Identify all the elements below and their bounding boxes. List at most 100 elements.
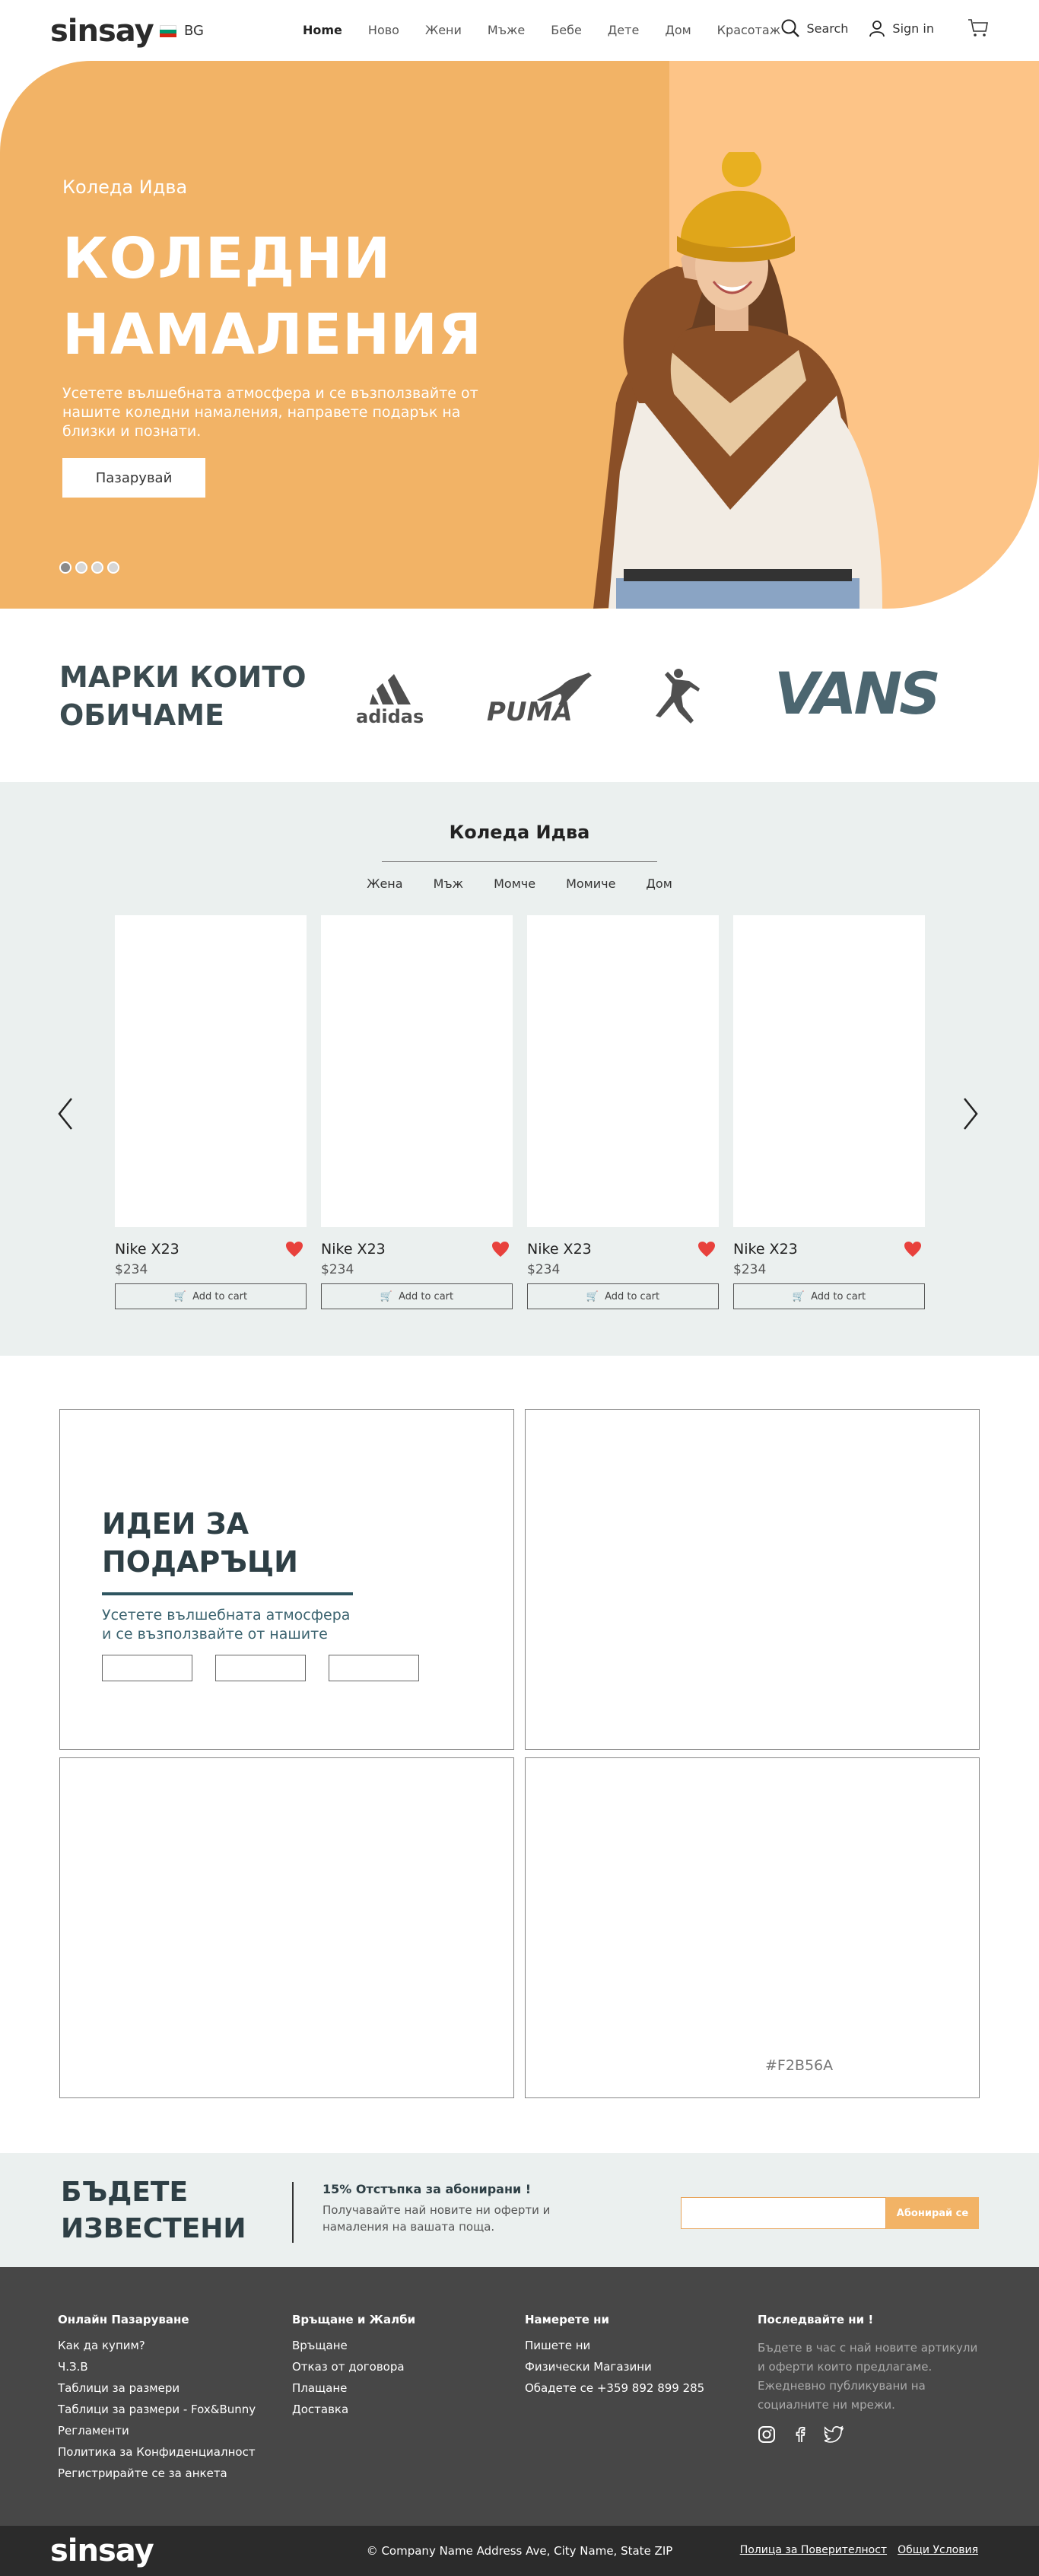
newsletter-section: БЪДЕТЕ ИЗВЕСТЕНИ 15% Отстъпка за абонира…: [0, 2153, 1039, 2267]
hero-text: Усетете вълшебната атмосфера и се възпол…: [62, 385, 478, 440]
subscribe-button[interactable]: Абонирай се: [886, 2197, 979, 2229]
product-image[interactable]: [733, 915, 925, 1227]
add-to-cart-button[interactable]: 🛒 Add to cart: [321, 1283, 513, 1309]
puma-cat-icon: [537, 673, 592, 706]
shop-now-button[interactable]: Пазарувай: [62, 458, 205, 498]
carousel-dot-3[interactable]: [91, 561, 103, 574]
gift-card-placeholder[interactable]: #F2B56A: [525, 1757, 980, 2098]
product-image[interactable]: [115, 915, 307, 1227]
product-card[interactable]: Nike X23 $234 🛒 Add to cart: [527, 915, 719, 1309]
footer-follow-text: Бъдете в час с най новите артикули и офе…: [758, 2341, 978, 2412]
social-icons: [758, 2425, 986, 2444]
nav-item-kids[interactable]: Дете: [608, 23, 640, 37]
footer-link[interactable]: Таблици за размери: [58, 2381, 286, 2395]
hero-subtitle: Коледа Идва: [62, 177, 188, 198]
footer-col-title: Връщане и Жалби: [292, 2313, 416, 2326]
terms-link[interactable]: Общи Условия: [898, 2544, 978, 2556]
tab-girl[interactable]: Момиче: [566, 876, 615, 891]
gift-ideas-title: ИДЕИ ЗА ПОДАРЪЦИ: [102, 1505, 298, 1581]
footer-col-returns: Връщане и Жалби Връщане Отказ от договор…: [292, 2313, 520, 2424]
product-card[interactable]: Nike X23 $234 🛒 Add to cart: [115, 915, 307, 1309]
footer: Онлайн Пазаруване Как да купим? Ч.З.В Та…: [0, 2267, 1039, 2526]
brand-adidas[interactable]: adidas: [356, 668, 432, 729]
hero-title-line1: КОЛЕДНИ: [62, 226, 392, 291]
product-image[interactable]: [321, 915, 513, 1227]
gift-option-button-3[interactable]: [329, 1655, 419, 1681]
carousel-next-arrow-icon[interactable]: [961, 1097, 980, 1131]
carousel-prev-arrow-icon[interactable]: [56, 1097, 75, 1131]
product-image[interactable]: [527, 915, 719, 1227]
header-actions: Search Sign in: [780, 18, 989, 38]
christmas-section: Коледа Идва Жена Мъж Момче Момиче Дом Ni…: [0, 782, 1039, 1356]
gift-card-placeholder[interactable]: [525, 1409, 980, 1750]
heart-icon[interactable]: [491, 1241, 510, 1258]
footer-link[interactable]: Ч.З.В: [58, 2360, 286, 2374]
carousel-dot-1[interactable]: [59, 561, 71, 574]
instagram-icon[interactable]: [758, 2425, 776, 2444]
search-label: Search: [806, 21, 849, 36]
heart-icon[interactable]: [904, 1241, 922, 1258]
footer-link[interactable]: Регистрирайте се за анкета: [58, 2466, 286, 2480]
privacy-policy-link[interactable]: Полица за Поверителност: [740, 2544, 887, 2556]
language-label: BG: [184, 23, 204, 39]
category-tabs: Жена Мъж Момче Момиче Дом: [0, 876, 1039, 891]
carousel-dot-2[interactable]: [75, 561, 87, 574]
footer-link[interactable]: Политика за Конфиденциалност: [58, 2445, 286, 2459]
nav-item-new[interactable]: Ново: [368, 23, 399, 37]
gift-divider: [102, 1592, 353, 1595]
footer-link[interactable]: Пишете ни: [525, 2339, 753, 2352]
language-selector[interactable]: BG: [160, 23, 204, 39]
footer-link[interactable]: Физически Магазини: [525, 2360, 753, 2374]
newsletter-title-line1: БЪДЕТЕ: [61, 2177, 189, 2208]
footer-col-find-us: Намерете ни Пишете ни Физически Магазини…: [525, 2313, 753, 2403]
gift-ideas-section: ИДЕИ ЗА ПОДАРЪЦИ Усетете вълшебната атмо…: [0, 1356, 1039, 2153]
footer-col-title: Намерете ни: [525, 2313, 609, 2326]
newsletter-email-input[interactable]: [681, 2197, 886, 2229]
brand-puma[interactable]: PUMA: [487, 669, 593, 730]
nav-item-women[interactable]: Жени: [425, 23, 462, 37]
footer-link[interactable]: Обадете се +359 892 899 285: [525, 2381, 753, 2395]
add-to-cart-button[interactable]: 🛒 Add to cart: [527, 1283, 719, 1309]
signin-button[interactable]: Sign in: [868, 19, 934, 37]
logo[interactable]: sinsay: [50, 14, 154, 49]
add-to-cart-button[interactable]: 🛒 Add to cart: [733, 1283, 925, 1309]
nav-item-home-goods[interactable]: Дом: [665, 23, 691, 37]
twitter-icon[interactable]: [825, 2425, 844, 2444]
carousel-dot-4[interactable]: [107, 561, 119, 574]
gift-title-line2: ПОДАРЪЦИ: [102, 1545, 298, 1579]
cart-small-icon: 🛒: [173, 1290, 187, 1302]
search-button[interactable]: Search: [780, 18, 848, 38]
footer-link[interactable]: Как да купим?: [58, 2339, 286, 2352]
footer-link[interactable]: Таблици за размери - Fox&Bunny: [58, 2403, 286, 2416]
nav-item-men[interactable]: Мъже: [488, 23, 525, 37]
footer-link[interactable]: Регламенти: [58, 2424, 286, 2438]
nav-item-home[interactable]: Home: [303, 23, 342, 37]
tab-boy[interactable]: Момче: [494, 876, 535, 891]
main-nav: Home Ново Жени Мъже Бебе Дете Дом Красот…: [303, 23, 806, 37]
tab-home[interactable]: Дом: [646, 876, 672, 891]
user-icon: [869, 21, 885, 37]
tab-men[interactable]: Мъж: [434, 876, 464, 891]
nav-item-baby[interactable]: Бебе: [551, 23, 582, 37]
footer-link[interactable]: Плащане: [292, 2381, 520, 2395]
heart-icon[interactable]: [285, 1241, 303, 1258]
brand-vans[interactable]: VANS: [774, 663, 941, 724]
gift-option-button-2[interactable]: [215, 1655, 306, 1681]
gift-card-placeholder[interactable]: [59, 1757, 514, 2098]
product-card[interactable]: Nike X23 $234 🛒 Add to cart: [733, 915, 925, 1309]
product-card[interactable]: Nike X23 $234 🛒 Add to cart: [321, 915, 513, 1309]
brand-jordan[interactable]: [645, 666, 706, 727]
product-price: $234: [527, 1262, 561, 1277]
newsletter-title: БЪДЕТЕ ИЗВЕСТЕНИ: [61, 2174, 246, 2247]
facebook-icon[interactable]: [791, 2425, 809, 2444]
nav-item-beauty[interactable]: Красотаж: [717, 23, 780, 37]
tab-women[interactable]: Жена: [367, 876, 402, 891]
footer-link[interactable]: Доставка: [292, 2403, 520, 2416]
footer-link[interactable]: Отказ от договора: [292, 2360, 520, 2374]
gift-option-button-1[interactable]: [102, 1655, 192, 1681]
add-to-cart-button[interactable]: 🛒 Add to cart: [115, 1283, 307, 1309]
cart-button[interactable]: [968, 18, 989, 38]
heart-icon[interactable]: [697, 1241, 716, 1258]
footer-link[interactable]: Връщане: [292, 2339, 520, 2352]
hero-banner: Коледа Идва КОЛЕДНИ НАМАЛЕНИЯ Усетете въ…: [0, 61, 1039, 609]
